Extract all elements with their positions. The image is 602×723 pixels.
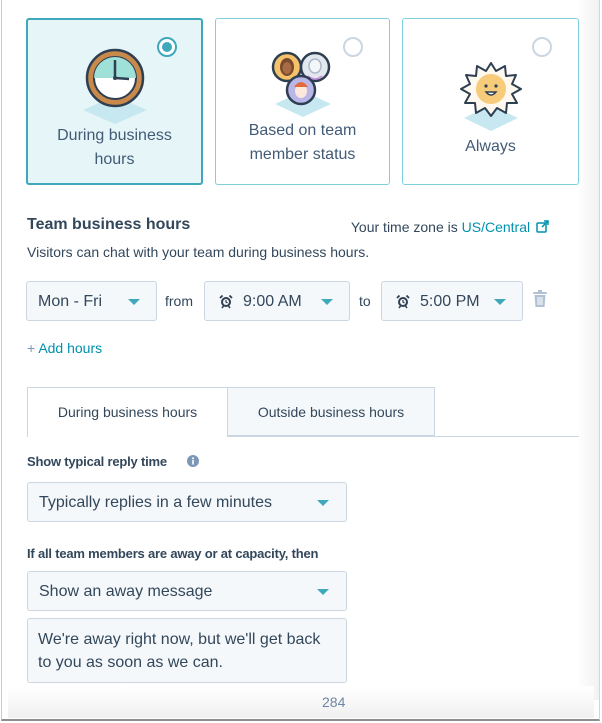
radio-team-status[interactable] (343, 37, 363, 57)
chevron-down-icon (321, 299, 333, 305)
timezone-prefix: Your time zone is (350, 219, 458, 235)
info-icon[interactable] (187, 455, 199, 467)
reply-time-label: Show typical reply time (27, 454, 167, 469)
away-action-select[interactable]: Show an away message (27, 571, 347, 611)
section-description: Visitors can chat with your team during … (27, 244, 370, 260)
chevron-down-icon (494, 299, 506, 305)
external-link-icon[interactable] (536, 220, 549, 233)
window-frame: During business hours Based on team member… (1, 0, 600, 721)
chevron-down-icon (317, 589, 329, 595)
trash-icon[interactable] (533, 290, 547, 308)
chevron-down-icon (317, 500, 329, 506)
timezone-link[interactable]: US/Central (462, 219, 530, 235)
tab-outside-business-hours[interactable]: Outside business hours (227, 387, 435, 436)
days-select[interactable]: Mon - Fri (26, 281, 157, 321)
clock-icon (82, 48, 147, 124)
radio-always[interactable] (532, 37, 552, 57)
from-label: from (165, 293, 193, 309)
alarm-clock-icon (219, 294, 233, 309)
start-time-value: 9:00 AM (243, 293, 302, 310)
option-label: Always (465, 138, 516, 155)
alarm-clock-icon (396, 294, 410, 309)
team-avatars-icon (271, 51, 331, 117)
option-label: Based on team member status (248, 122, 357, 163)
add-hours-link[interactable]: + Add hours (27, 340, 102, 356)
away-label: If all team members are away or at capac… (27, 546, 319, 561)
tab-during-business-hours[interactable]: During business hours (27, 387, 228, 437)
footer-bar (8, 686, 594, 718)
page-number: 284 (322, 694, 346, 710)
add-hours-label: Add hours (38, 340, 103, 356)
tabs: During business hours Outside business h… (27, 387, 579, 437)
option-card-always[interactable]: Always (402, 18, 579, 185)
radio-business-hours[interactable] (157, 37, 177, 57)
reply-time-select[interactable]: Typically replies in a few minutes (27, 482, 347, 522)
tab-baseline (227, 436, 579, 437)
option-card-team-status[interactable]: Based on team member status (215, 18, 390, 185)
availability-options: During business hours Based on team member… (26, 18, 579, 185)
option-label: During business hours (57, 127, 172, 168)
days-value: Mon - Fri (38, 293, 102, 310)
start-time-select[interactable]: 9:00 AM (204, 281, 350, 321)
timezone-info: Your time zone is US/Central (351, 219, 549, 235)
plus-icon: + (27, 340, 36, 356)
option-card-business-hours[interactable]: During business hours (26, 18, 203, 185)
scroll-shadow (577, 0, 599, 700)
chevron-down-icon (128, 299, 140, 305)
reply-time-value: Typically replies in a few minutes (39, 494, 272, 511)
to-label: to (359, 293, 371, 309)
end-time-value: 5:00 PM (420, 293, 480, 310)
away-action-value: Show an away message (39, 583, 213, 600)
away-message-textarea[interactable]: We're away right now, but we'll get back… (27, 618, 347, 683)
sun-icon (459, 62, 522, 131)
end-time-select[interactable]: 5:00 PM (381, 281, 523, 321)
section-title: Team business hours (27, 216, 191, 233)
